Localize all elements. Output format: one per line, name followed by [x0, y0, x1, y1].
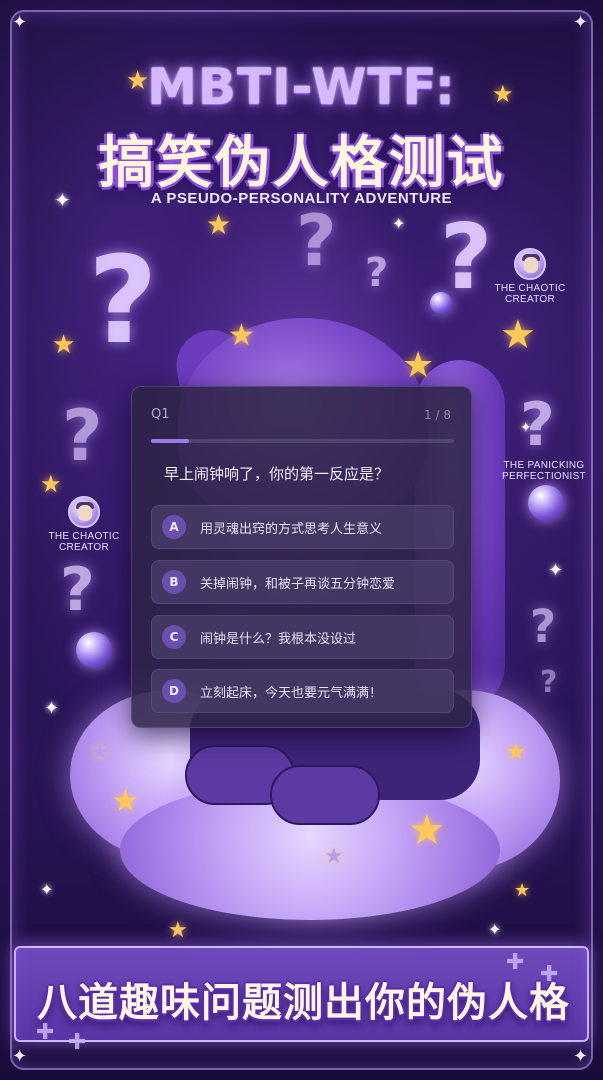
sparkle-icon: ✦ — [548, 560, 564, 581]
puzzle-icon: ✚ — [68, 1030, 87, 1055]
bottom-banner: 八道趣味问题测出你的伪人格 — [14, 946, 589, 1042]
question-mark-icon: ? — [296, 200, 337, 282]
star-icon: ★ — [324, 844, 344, 869]
sparkle-icon: ✦ — [40, 880, 54, 899]
puzzle-icon: ✚ — [36, 1020, 55, 1045]
avatar-icon — [68, 496, 100, 528]
option-text: 闹钟是什么？我根本没设过 — [200, 631, 357, 647]
star-icon: ★ — [402, 345, 435, 386]
star-icon: ★ — [168, 918, 188, 943]
star-icon: ★ — [90, 740, 110, 765]
question-mark-icon: ? — [62, 395, 103, 477]
option-text: 立刻起床，今天也要元气满满！ — [200, 685, 383, 701]
badge-line2: PERFECTIONIST — [502, 471, 586, 482]
progress-fill — [151, 439, 189, 443]
puzzle-icon: ✚ — [540, 962, 559, 987]
option-text: 用灵魂出窍的方式思考人生意义 — [200, 521, 383, 537]
star-icon: ★ — [112, 784, 139, 819]
sparkle-icon: ✦ — [44, 698, 60, 719]
banner-text: 八道趣味问题测出你的伪人格 — [37, 980, 570, 1026]
star-icon: ★ — [52, 330, 76, 360]
option-d-button[interactable]: D 立刻起床，今天也要元气满满！ — [151, 669, 454, 713]
option-letter: A — [162, 515, 186, 539]
subtitle: A PSEUDO-PERSONALITY ADVENTURE — [150, 190, 453, 207]
sparkle-icon: ✦ — [573, 1046, 589, 1067]
star-icon: ★ — [500, 312, 536, 358]
question-mark-icon: ? — [60, 555, 95, 625]
option-b-button[interactable]: B 关掉闹钟，和被子再谈五分钟恋爱 — [151, 560, 454, 604]
avatar-icon — [514, 248, 546, 280]
badge-line1: THE PANICKING — [503, 460, 585, 471]
question-mark-icon: ? — [365, 250, 389, 296]
character-boot — [270, 765, 380, 825]
badge-line2: CREATOR — [58, 542, 110, 553]
option-c-button[interactable]: C 闹钟是什么？我根本没设过 — [151, 615, 454, 659]
progress-bar — [151, 439, 454, 443]
sparkle-icon: ✦ — [392, 214, 406, 233]
question-mark-icon: ? — [530, 600, 557, 653]
badge-chaotic-creator-right: THE CHAOTIC CREATOR — [490, 248, 570, 305]
badge-line2: CREATOR — [504, 294, 556, 305]
sparkle-icon: ✦ — [520, 420, 532, 436]
star-icon: ★ — [506, 740, 526, 765]
badge-chaotic-creator-left: THE CHAOTIC CREATOR — [44, 496, 124, 553]
quiz-card: Q1 1 / 8 早上闹钟响了，你的第一反应是？ A 用灵魂出窍的方式思考人生意… — [131, 386, 472, 728]
orb-icon — [76, 632, 112, 668]
badge-line1: THE CHAOTIC — [48, 531, 120, 542]
question-text: 早上闹钟响了，你的第一反应是？ — [164, 465, 390, 483]
option-text: 关掉闹钟，和被子再谈五分钟恋爱 — [200, 576, 396, 592]
option-letter: C — [162, 625, 186, 649]
poster-background: ? ? ? ? ? ? ? ? ? ★ ★ ★ ★ ★ ★ ★ ★ ★ ★ ★ … — [0, 0, 603, 1080]
question-mark-icon: ? — [540, 665, 558, 700]
option-letter: D — [162, 679, 186, 703]
question-counter: 1 / 8 — [424, 408, 451, 422]
orb-icon — [528, 485, 564, 521]
star-icon: ★ — [228, 318, 255, 353]
badge-panicking-perfectionist: THE PANICKING PERFECTIONIST — [498, 460, 590, 482]
sparkle-icon: ✦ — [12, 12, 28, 33]
badge-line1: THE CHAOTIC — [494, 283, 566, 294]
option-a-button[interactable]: A 用灵魂出窍的方式思考人生意义 — [151, 505, 454, 549]
question-number: Q1 — [151, 407, 170, 422]
star-icon: ★ — [206, 208, 232, 241]
option-letter: B — [162, 570, 186, 594]
question-mark-icon: ? — [88, 232, 158, 371]
orb-icon — [430, 292, 452, 314]
star-icon: ★ — [514, 880, 531, 901]
star-icon: ★ — [40, 470, 62, 498]
sparkle-icon: ✦ — [12, 1046, 28, 1067]
puzzle-icon: ✚ — [506, 950, 525, 975]
title-chinese: 搞笑伪人格测试 — [98, 131, 505, 196]
star-icon: ★ — [408, 805, 446, 854]
sparkle-icon: ✦ — [488, 920, 502, 939]
sparkle-icon: ✦ — [573, 12, 589, 33]
title-english: MBTI-WTF: — [147, 58, 456, 116]
